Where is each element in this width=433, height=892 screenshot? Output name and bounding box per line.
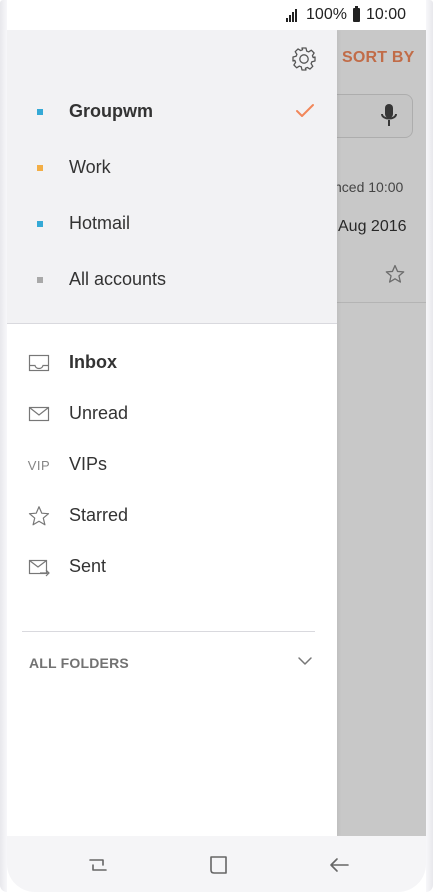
account-label: Hotmail — [69, 213, 131, 233]
account-label: Groupwm — [69, 101, 153, 121]
signal-icon — [286, 8, 302, 22]
account-color-dot — [37, 109, 43, 115]
account-color-dot — [37, 221, 43, 227]
status-bar: 100% 10:00 — [7, 0, 426, 30]
folder-label: Sent — [69, 556, 107, 576]
all-folders-label: ALL FOLDERS — [29, 655, 129, 671]
status-content: 100% 10:00 — [286, 6, 406, 24]
system-navigation-bar — [7, 836, 426, 892]
account-label: All accounts — [69, 269, 167, 289]
battery-icon — [352, 6, 360, 22]
account-color-dot — [37, 277, 43, 283]
account-item-all-accounts[interactable]: All accounts — [7, 252, 337, 308]
email-app-screen: 100% 10:00 SORT BY nced 10:00 Aug 2016 G… — [7, 0, 426, 892]
home-icon[interactable] — [205, 852, 231, 878]
all-folders-divider — [22, 631, 315, 632]
recent-apps-icon[interactable] — [326, 852, 352, 878]
folder-label: Starred — [69, 505, 129, 525]
folder-item-vips[interactable]: VIP VIPs — [7, 438, 337, 489]
check-icon — [296, 104, 314, 117]
folder-label: Inbox — [69, 352, 117, 372]
folder-item-unread[interactable]: Unread — [7, 387, 337, 438]
back-icon[interactable] — [85, 852, 111, 878]
account-color-dot — [37, 165, 43, 171]
account-item-groupwm[interactable]: Groupwm — [7, 84, 337, 140]
status-time: 10:00 — [365, 6, 406, 23]
sent-icon — [27, 555, 51, 579]
battery-percent: 100% — [306, 6, 347, 23]
navigation-drawer: Groupwm Work Hotmail All accounts Inbox … — [7, 30, 337, 836]
account-item-work[interactable]: Work — [7, 140, 337, 196]
gear-icon[interactable] — [291, 46, 317, 72]
phone-screen: 100% 10:00 SORT BY nced 10:00 Aug 2016 G… — [0, 0, 433, 892]
mail-icon — [27, 402, 51, 426]
left-device-edge — [0, 0, 7, 892]
inbox-icon — [27, 351, 51, 375]
right-device-edge — [426, 0, 433, 892]
folder-label: Unread — [69, 403, 129, 423]
account-item-hotmail[interactable]: Hotmail — [7, 196, 337, 252]
folder-list: Inbox Unread VIP VIPs Starred Sent ALL F… — [7, 324, 337, 836]
chevron-down-icon — [298, 657, 312, 665]
folder-item-inbox[interactable]: Inbox — [7, 336, 337, 387]
star-icon — [27, 504, 51, 528]
folder-label: VIPs — [69, 454, 108, 474]
account-label: Work — [69, 157, 111, 177]
vip-icon: VIP — [27, 457, 51, 473]
all-folders-toggle[interactable]: ALL FOLDERS — [7, 639, 337, 687]
folder-item-starred[interactable]: Starred — [7, 489, 337, 540]
account-switcher: Groupwm Work Hotmail All accounts — [7, 30, 337, 324]
folder-item-sent[interactable]: Sent — [7, 540, 337, 591]
